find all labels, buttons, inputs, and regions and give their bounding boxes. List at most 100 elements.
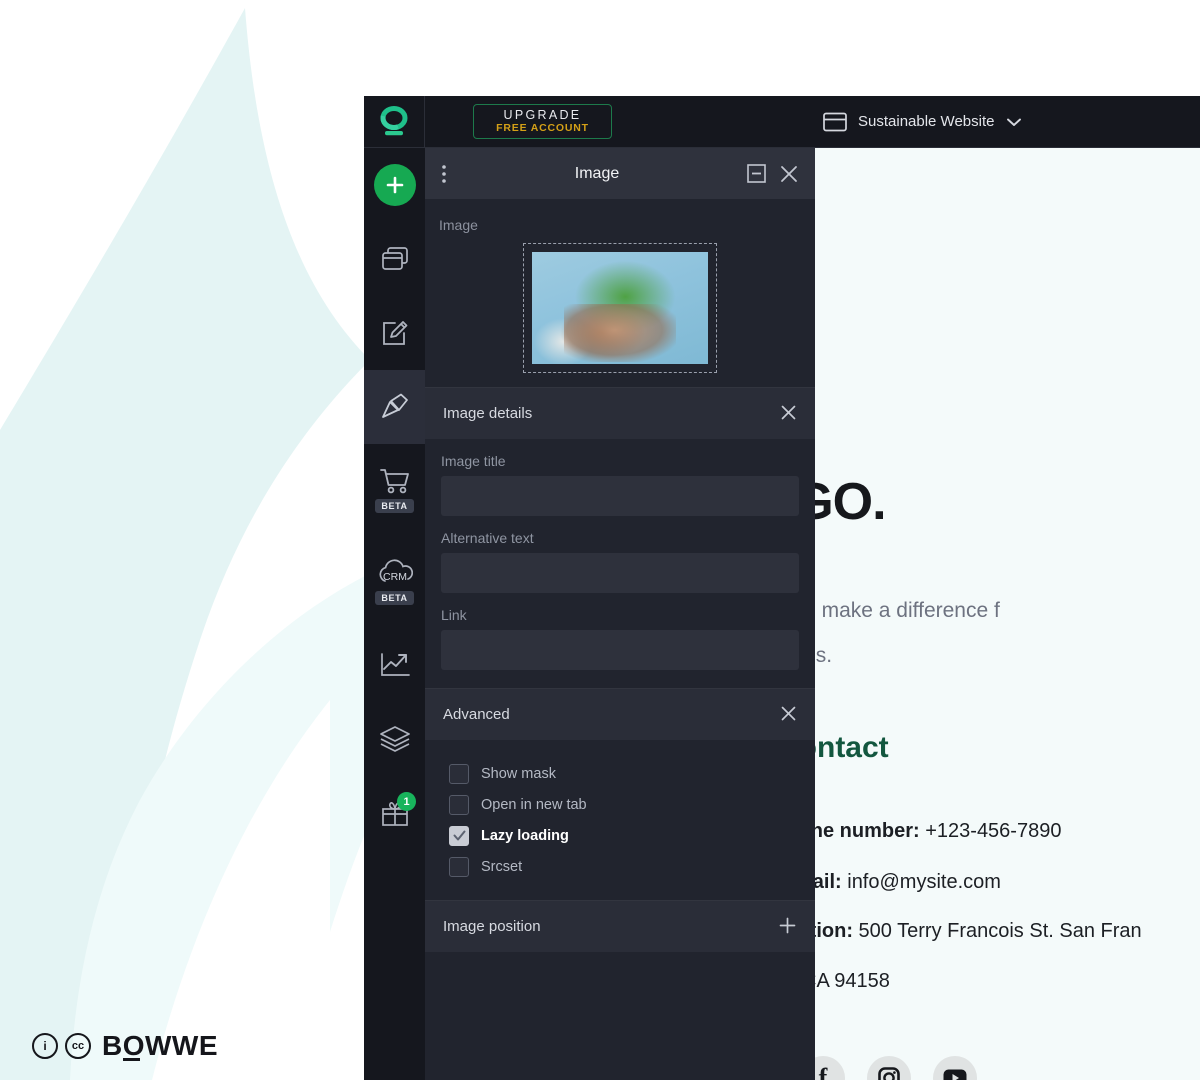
left-rail: BETA CRM BETA 1 [364, 148, 425, 1080]
social-links: f [815, 1056, 977, 1080]
website-canvas[interactable]: LOGO. Together, we can make a difference… [815, 148, 1200, 1080]
minimize-icon[interactable] [747, 164, 766, 183]
beta-badge-crm: BETA [375, 591, 414, 605]
youtube-link[interactable] [933, 1056, 977, 1080]
panel-title: Image [574, 164, 620, 182]
image-preview-block: Image [425, 199, 815, 387]
image-title-label: Image title [441, 453, 506, 469]
sidebar-item-analytics[interactable] [364, 628, 425, 702]
contact-email-line: E-mail: info@mysite.com [815, 871, 1001, 894]
checkbox-label-srcset: Srcset [481, 858, 523, 875]
top-bar: UPGRADE FREE ACCOUNT Sustainable Website [364, 96, 1200, 148]
sidebar-item-pages[interactable] [364, 222, 425, 296]
youtube-icon [943, 1069, 967, 1080]
cart-icon [379, 469, 409, 494]
plus-icon[interactable] [778, 916, 797, 938]
link-input[interactable] [441, 630, 799, 670]
beta-badge-store: BETA [375, 499, 414, 513]
facebook-link[interactable]: f [815, 1056, 845, 1080]
image-thumbnail [532, 252, 708, 364]
alt-text-input[interactable] [441, 553, 799, 593]
alt-text-label: Alternative text [441, 530, 534, 546]
brush-icon [381, 393, 408, 418]
sidebar-item-add[interactable] [364, 148, 425, 222]
cc-icon: cc [65, 1033, 91, 1059]
checkbox-show-mask[interactable] [449, 763, 469, 784]
site-logo-text: LOGO. [815, 473, 887, 531]
checkbox-label-show-mask: Show mask [481, 765, 556, 782]
upgrade-sublabel: FREE ACCOUNT [496, 121, 589, 134]
checkbox-label-lazy-loading: Lazy loading [481, 827, 569, 844]
cc-by-label: i [43, 1039, 47, 1053]
crm-cloud-icon: CRM [378, 559, 413, 583]
field-link: Link [425, 607, 815, 670]
sidebar-item-store[interactable]: BETA [364, 444, 425, 536]
contact-location-value: 500 Terry Francois St. San Fran [853, 920, 1142, 942]
instagram-link[interactable] [867, 1056, 911, 1080]
checkbox-open-new-tab[interactable] [449, 794, 469, 815]
cc-label: cc [71, 1040, 85, 1052]
plus-icon [386, 176, 403, 194]
image-position-section-header[interactable]: Image position [425, 900, 815, 952]
image-position-title: Image position [443, 918, 541, 935]
facebook-icon: f [818, 1063, 828, 1080]
gift-notification-badge: 1 [397, 792, 416, 811]
sidebar-item-edit[interactable] [364, 296, 425, 370]
image-details-title: Image details [443, 405, 533, 422]
contact-location-line: Location: 500 Terry Francois St. San Fra… [815, 920, 1142, 943]
sidebar-item-gifts[interactable]: 1 [364, 776, 425, 850]
panel-header: Image [425, 148, 815, 199]
contact-phone-label: Phone number: [815, 820, 920, 842]
sidebar-item-layers[interactable] [364, 702, 425, 776]
checkbox-lazy-loading[interactable] [449, 825, 469, 846]
close-icon[interactable] [779, 164, 799, 184]
checkbox-label-open-new-tab: Open in new tab [481, 796, 587, 813]
edit-icon [382, 321, 407, 345]
add-circle [373, 164, 416, 206]
advanced-section-header[interactable]: Advanced [425, 688, 815, 740]
image-block-label: Image [439, 217, 478, 233]
image-thumbnail-frame[interactable] [523, 243, 717, 373]
app-logo[interactable] [364, 96, 425, 148]
image-details-section-header[interactable]: Image details [425, 387, 815, 439]
contact-email-value: info@mysite.com [841, 871, 1001, 893]
pages-icon [381, 247, 408, 270]
contact-email-label: E-mail: [815, 871, 842, 893]
layers-icon [379, 726, 410, 752]
tagline-line-1: Together, we can make a difference f [815, 599, 1000, 622]
contact-heading: Contact [815, 731, 889, 764]
checkbox-row-show-mask[interactable]: Show mask [435, 758, 815, 789]
checkbox-row-open-new-tab[interactable]: Open in new tab [435, 789, 815, 820]
contact-phone-line: Phone number: +123-456-7890 [815, 820, 1061, 843]
checkbox-srcset[interactable] [449, 856, 469, 877]
check-icon [453, 830, 465, 841]
bowwe-builder-window: UPGRADE FREE ACCOUNT Sustainable Website [364, 96, 1200, 1080]
cc-by-icon: i [32, 1033, 58, 1059]
checkbox-row-srcset[interactable]: Srcset [435, 851, 815, 882]
site-selector[interactable]: Sustainable Website [823, 112, 1023, 132]
sidebar-item-design[interactable] [364, 370, 425, 444]
link-label: Link [441, 607, 467, 623]
image-details-body: Image title Alternative text Link [425, 453, 815, 688]
image-title-input[interactable] [441, 476, 799, 516]
advanced-body: Show mask Open in new tab Lazy loading S… [425, 740, 815, 900]
panel-footer-space [425, 952, 815, 1042]
chevron-down-icon [1007, 118, 1022, 126]
field-alt-text: Alternative text [425, 530, 815, 593]
upgrade-label: UPGRADE [503, 108, 582, 123]
close-icon[interactable] [780, 404, 797, 424]
contact-phone-value: +123-456-7890 [919, 820, 1062, 842]
sidebar-item-crm[interactable]: CRM BETA [364, 536, 425, 628]
contact-location-line-2: CA 94158 [815, 970, 890, 992]
tagline-line-2: future generations. [815, 644, 833, 667]
svg-text:CRM: CRM [383, 571, 407, 583]
upgrade-button[interactable]: UPGRADE FREE ACCOUNT [473, 104, 612, 139]
bowwe-logo-icon [380, 105, 408, 135]
site-name-label: Sustainable Website [858, 113, 995, 130]
field-image-title: Image title [425, 453, 815, 516]
checkbox-row-lazy-loading[interactable]: Lazy loading [435, 820, 815, 851]
close-icon[interactable] [780, 705, 797, 725]
advanced-title: Advanced [443, 706, 510, 723]
bowwe-wordmark: BOWWE [102, 1030, 219, 1061]
trend-up-icon [380, 653, 410, 676]
